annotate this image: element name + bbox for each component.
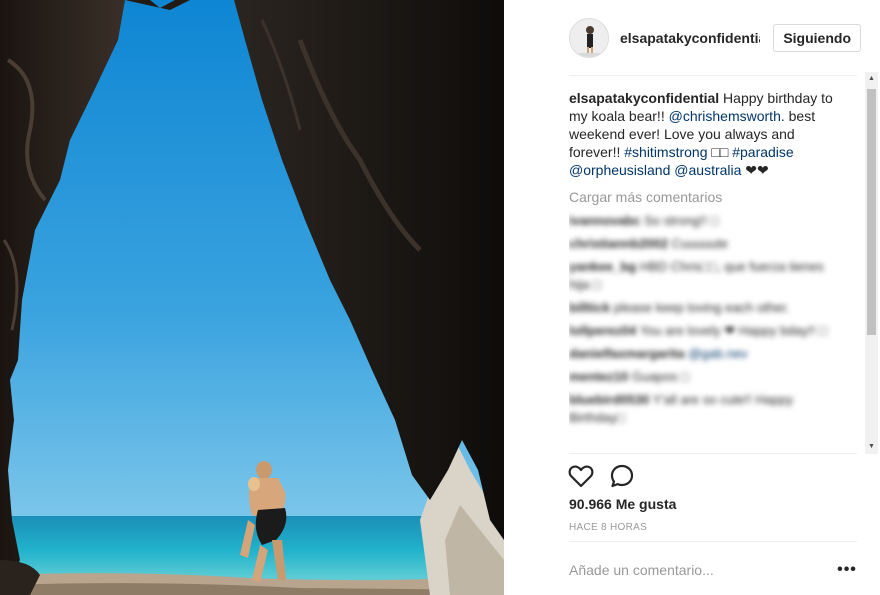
avatar-image bbox=[570, 19, 608, 57]
comment-box-divider bbox=[569, 541, 857, 542]
comment-bubble-icon bbox=[610, 464, 634, 488]
post-caption: elsapatakyconfidential Happy birthday to… bbox=[569, 89, 847, 179]
comment-input[interactable] bbox=[569, 555, 819, 585]
like-button[interactable] bbox=[567, 462, 595, 490]
comment-username[interactable]: lollperez04 bbox=[569, 323, 636, 338]
scrollbar-thumb[interactable] bbox=[867, 89, 876, 335]
post-timestamp[interactable]: HACE 8 HORAS bbox=[569, 522, 647, 533]
comment-row: christiannb2002 Cuuuuute bbox=[569, 235, 847, 253]
post-photo[interactable] bbox=[0, 0, 504, 595]
comment-row: mentez10 Guapos □ bbox=[569, 368, 847, 386]
comment-row: bluebird0530 Y'all are so cute!! Happy B… bbox=[569, 391, 847, 427]
comment-row: lollperez04 You are lovely ❤ Happy bday!… bbox=[569, 322, 847, 340]
post-image bbox=[0, 0, 504, 595]
blurred-comments: ivannovabc So strong!! □ christiannb2002… bbox=[569, 212, 847, 427]
header-divider bbox=[569, 75, 857, 76]
comment-text: Guapos □ bbox=[628, 369, 689, 384]
comment-text: Cuuuuute bbox=[668, 236, 728, 251]
comment-text: please keep loving each other. bbox=[610, 300, 790, 315]
hashtag-link[interactable]: #paradise bbox=[732, 144, 794, 160]
comment-text: @gab.nev bbox=[684, 346, 748, 361]
mention-link[interactable]: @chrishemsworth bbox=[669, 108, 781, 124]
hashtag-link[interactable]: #shitimstrong bbox=[624, 144, 707, 160]
comment-username[interactable]: yankee_bg bbox=[569, 259, 636, 274]
comment-row: danielfaxmargarita @gab.nev bbox=[569, 345, 847, 363]
comment-username[interactable]: bluebird0530 bbox=[569, 392, 649, 407]
comment-text: You are lovely ❤ Happy bday!! □ bbox=[636, 323, 827, 338]
caption-text: □□ bbox=[707, 144, 733, 160]
mention-link[interactable]: @orpheusisland bbox=[569, 162, 670, 178]
post-header: elsapatakyconfidential Siguiendo bbox=[569, 16, 861, 60]
comment-text: So strong!! □ bbox=[640, 213, 719, 228]
avatar[interactable] bbox=[569, 18, 609, 58]
add-comment-area: ••• bbox=[569, 554, 859, 586]
likes-count[interactable]: 90.966 Me gusta bbox=[569, 496, 676, 512]
following-button[interactable]: Siguiendo bbox=[773, 24, 861, 52]
comment-row: yankee_bg HBD Chris□□, que fuerza tienes… bbox=[569, 258, 847, 294]
more-options-button[interactable]: ••• bbox=[835, 561, 859, 579]
comment-row: ivannovabc So strong!! □ bbox=[569, 212, 847, 230]
caption-text: ❤❤ bbox=[741, 162, 769, 178]
load-more-comments-link[interactable]: Cargar más comentarios bbox=[569, 188, 847, 206]
comment-username[interactable]: mentez10 bbox=[569, 369, 628, 384]
caption-username[interactable]: elsapatakyconfidential bbox=[569, 90, 719, 106]
mention-link[interactable]: @australia bbox=[674, 162, 741, 178]
comment-username[interactable]: christiannb2002 bbox=[569, 236, 668, 251]
comment-username[interactable]: ivannovabc bbox=[569, 213, 641, 228]
comments-list[interactable]: elsapatakyconfidential Happy birthday to… bbox=[569, 89, 867, 451]
comment-row: billtick please keep loving each other. bbox=[569, 299, 847, 317]
comment-username[interactable]: danielfaxmargarita bbox=[569, 346, 685, 361]
post-actions bbox=[567, 461, 649, 491]
scroll-down-arrow-icon[interactable]: ▼ bbox=[865, 440, 878, 454]
comment-button[interactable] bbox=[608, 462, 636, 490]
comment-username[interactable]: billtick bbox=[569, 300, 610, 315]
post-username[interactable]: elsapatakyconfidential bbox=[620, 30, 760, 46]
scroll-up-arrow-icon[interactable]: ▲ bbox=[865, 72, 878, 86]
actions-divider bbox=[569, 453, 857, 454]
comments-scrollbar[interactable]: ▲ ▼ bbox=[865, 72, 878, 454]
post-sidebar: elsapatakyconfidential Siguiendo elsapat… bbox=[504, 0, 880, 595]
heart-icon bbox=[568, 465, 594, 488]
